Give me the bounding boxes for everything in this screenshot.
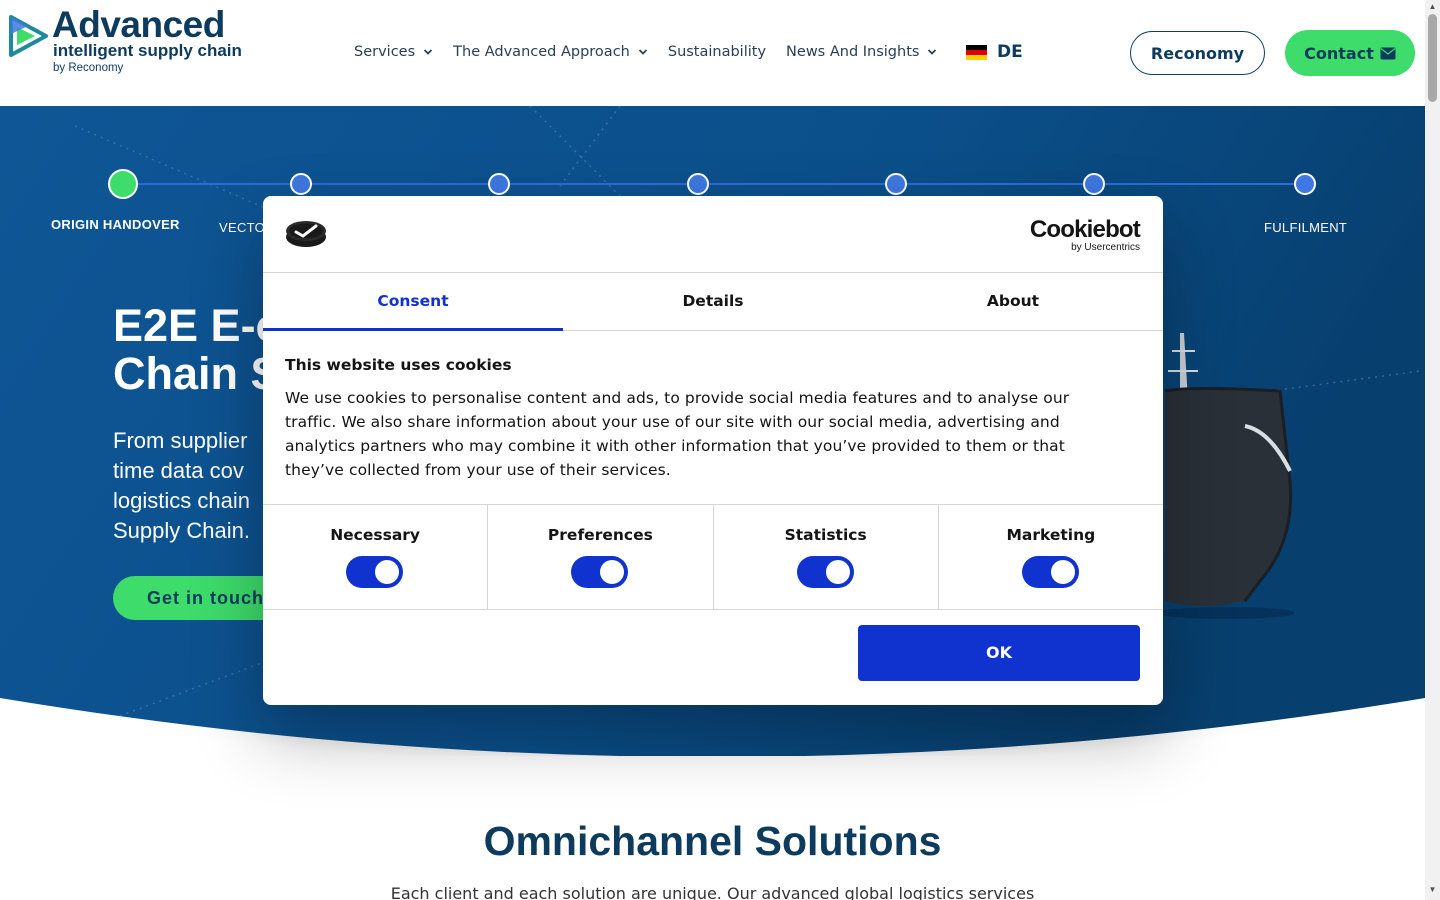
step-dot-5[interactable] [885,173,907,195]
site-cookie-logo-icon [286,221,326,247]
step-dot-4[interactable] [687,173,709,195]
step-label-fulfilment[interactable]: FULFILMENT [1264,220,1347,235]
contact-button[interactable]: Contact [1285,30,1415,76]
step-dot-2[interactable] [290,173,312,195]
preferences-toggle[interactable] [571,556,629,588]
step-dot-fulfilment[interactable] [1294,173,1316,195]
scroll-up-arrow-icon[interactable]: ▲ [1428,3,1437,11]
logo-subtitle: intelligent supply chain [53,41,242,60]
nav-sustainability[interactable]: Sustainability [668,44,766,60]
logo-byline: by Reconomy [53,62,124,74]
logo-title: Advanced [52,4,225,45]
reconomy-button-label: Reconomy [1150,43,1245,63]
cookie-dialog-header: Cookiebot by Usercentrics [263,196,1163,273]
nav-advanced-approach[interactable]: The Advanced Approach [453,44,648,60]
ok-button[interactable]: OK [858,625,1140,681]
step-dot-3[interactable] [488,173,510,195]
nav-sustainability-label: Sustainability [667,44,767,60]
omnichannel-description: Each client and each solution are unique… [390,884,1035,900]
cookiebot-logo: Cookiebot by Usercentrics [1029,216,1141,254]
page-scrollbar[interactable]: ▲ ▼ [1425,0,1440,900]
cookie-dialog-heading: This website uses cookies [285,356,512,374]
tab-details[interactable]: Details [563,274,863,330]
nav-services[interactable]: Services [354,44,433,60]
cookie-consent-dialog: Cookiebot by Usercentrics Consent Detail… [263,196,1163,705]
language-switcher[interactable]: DE [966,42,1023,62]
get-in-touch-label: Get in touch [147,588,264,608]
site-header: Advanced intelligent supply chain by Rec… [0,0,1425,106]
chevron-down-icon [424,49,433,55]
cookie-category-toggles: Necessary Preferences Statistics Marketi… [263,504,1163,610]
necessary-toggle[interactable] [346,556,404,588]
toggle-cell-necessary: Necessary [263,505,489,609]
tab-consent[interactable]: Consent [263,274,563,331]
scroll-thumb[interactable] [1428,14,1437,102]
toggle-knob [1050,560,1075,584]
cookie-dialog-tabs: Consent Details About [263,274,1163,331]
toggle-label-marketing: Marketing [1006,526,1096,544]
chevron-down-icon [928,49,937,55]
tab-about[interactable]: About [863,274,1163,330]
toggle-cell-statistics: Statistics [714,505,939,609]
container-ship-image [1155,333,1295,619]
language-code: DE [997,42,1023,62]
cookiebot-brand-byline: by Usercentrics [1071,242,1140,253]
contact-button-label: Contact [1304,43,1374,63]
chevron-down-icon [638,49,647,55]
advanced-logo[interactable]: Advanced intelligent supply chain by Rec… [8,4,258,78]
germany-flag-icon [966,44,987,60]
logo-play-icon [9,15,48,57]
toggle-label-statistics: Statistics [784,526,867,544]
cookie-dialog-body: We use cookies to personalise content an… [285,389,1070,479]
main-nav: Services The Advanced Approach Sustainab… [354,40,957,64]
toggle-knob [825,560,850,584]
omnichannel-title: Omnichannel Solutions [483,818,942,864]
step-dot-6[interactable] [1083,173,1105,195]
toggle-knob [600,560,625,584]
marketing-toggle[interactable] [1021,556,1079,588]
toggle-knob [375,560,400,584]
scroll-down-arrow-icon[interactable]: ▼ [1428,886,1437,894]
cookiebot-brand-name: Cookiebot [1029,216,1141,243]
nav-news-insights-label: News And Insights [786,44,920,60]
step-dot-origin-handover[interactable] [108,169,138,199]
nav-news-insights[interactable]: News And Insights [786,44,937,60]
step-label-2[interactable]: VECTO [219,220,265,235]
statistics-toggle[interactable] [796,556,854,588]
toggle-cell-preferences: Preferences [488,505,714,609]
reconomy-button[interactable]: Reconomy [1130,31,1265,75]
toggle-label-necessary: Necessary [330,526,421,544]
envelope-icon [1380,47,1396,59]
nav-advanced-approach-label: The Advanced Approach [453,44,630,60]
toggle-cell-marketing: Marketing [939,505,1163,609]
step-label-origin-handover[interactable]: ORIGIN HANDOVER [51,217,180,232]
toggle-label-preferences: Preferences [547,526,653,544]
nav-services-label: Services [354,44,416,60]
